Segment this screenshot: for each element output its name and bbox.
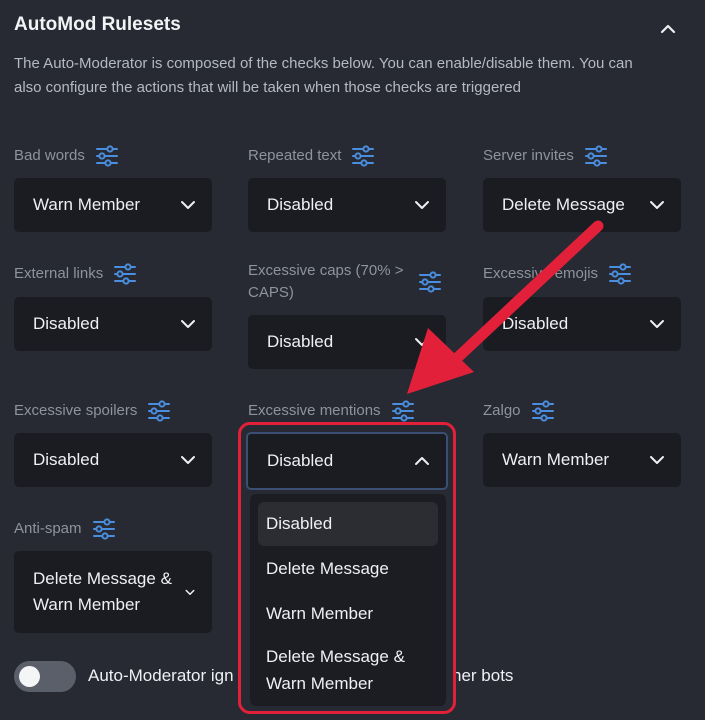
rule-label-excessive-spoilers: Excessive spoilers (14, 399, 171, 423)
rule-select-repeated-text[interactable]: Disabled (248, 178, 446, 232)
rule-label-bad-words: Bad words (14, 144, 119, 168)
chevron-up-icon (415, 457, 429, 465)
chevron-down-icon (650, 201, 664, 209)
rule-select-excessive-caps[interactable]: Disabled (248, 315, 446, 369)
rule-label-repeated-text: Repeated text (248, 144, 375, 168)
tune-icon[interactable] (391, 399, 415, 423)
chevron-down-icon (181, 320, 195, 328)
ignore-bots-toggle[interactable] (14, 661, 76, 692)
tune-icon[interactable] (351, 144, 375, 168)
rule-select-server-invites[interactable]: Delete Message (483, 178, 681, 232)
chevron-down-icon (415, 338, 429, 346)
chevron-down-icon (650, 456, 664, 464)
chevron-down-icon (181, 456, 195, 464)
rule-select-excessive-mentions[interactable]: Disabled (246, 432, 448, 490)
dropdown-option[interactable]: Disabled (258, 502, 438, 546)
chevron-down-icon (650, 320, 664, 328)
rule-label-anti-spam: Anti-spam (14, 517, 116, 541)
tune-icon[interactable] (418, 270, 442, 294)
rule-select-anti-spam[interactable]: Delete Message & Warn Member (14, 551, 212, 633)
dropdown-option[interactable]: Delete Message (258, 547, 438, 591)
chevron-down-icon (181, 201, 195, 209)
chevron-down-icon (415, 201, 429, 209)
rule-select-excessive-spoilers[interactable]: Disabled (14, 433, 212, 487)
tune-icon[interactable] (95, 144, 119, 168)
rule-label-server-invites: Server invites (483, 144, 608, 168)
tune-icon[interactable] (584, 144, 608, 168)
collapse-button[interactable] (655, 16, 681, 42)
section-title: AutoMod Rulesets (14, 14, 181, 35)
tune-icon[interactable] (531, 399, 555, 423)
toggle-label-end: ner bots (452, 666, 514, 685)
tune-icon[interactable] (92, 517, 116, 541)
chevron-up-icon (660, 24, 676, 34)
toggle-knob (19, 666, 40, 687)
dropdown-menu: Disabled Delete Message Warn Member Dele… (250, 494, 446, 706)
chevron-down-icon (185, 589, 195, 595)
dropdown-option[interactable]: Delete Message & Warn Member (258, 641, 438, 699)
rule-select-external-links[interactable]: Disabled (14, 297, 212, 351)
section-description: The Auto-Moderator is composed of the ch… (14, 55, 633, 96)
rule-select-bad-words[interactable]: Warn Member (14, 178, 212, 232)
rule-select-excessive-emojis[interactable]: Disabled (483, 297, 681, 351)
rule-label-zalgo: Zalgo (483, 399, 555, 423)
rule-label-excessive-mentions: Excessive mentions (248, 399, 415, 423)
tune-icon[interactable] (147, 399, 171, 423)
toggle-label-start: Auto-Moderator ign (88, 666, 234, 685)
rule-select-zalgo[interactable]: Warn Member (483, 433, 681, 487)
tune-icon[interactable] (113, 262, 137, 286)
rule-label-excessive-emojis: Excessive emojis (483, 262, 632, 286)
tune-icon[interactable] (608, 262, 632, 286)
rule-label-external-links: External links (14, 262, 137, 286)
rule-label-excessive-caps: Excessive caps (70% > CAPS) (248, 260, 448, 304)
dropdown-option[interactable]: Warn Member (258, 592, 438, 636)
